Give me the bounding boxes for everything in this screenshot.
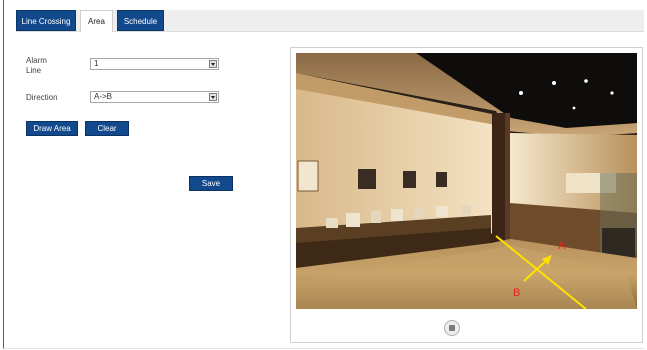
exhibit-item (391, 209, 403, 221)
save-button[interactable]: Save (189, 176, 233, 191)
framed-picture (436, 172, 447, 187)
ceiling-light (552, 81, 556, 85)
tab-line-crossing[interactable]: Line Crossing (16, 10, 76, 31)
pillar-edge (505, 113, 510, 241)
stop-button[interactable] (444, 320, 460, 336)
camera-view[interactable]: A B (296, 53, 637, 309)
clear-button[interactable]: Clear (85, 121, 129, 136)
tab-schedule[interactable]: Schedule (117, 10, 164, 31)
ceiling-light (572, 106, 576, 110)
framed-picture (358, 169, 376, 189)
alarm-line-value: 1 (94, 59, 99, 68)
direction-label: Direction (26, 93, 58, 102)
exhibit-item (414, 208, 424, 218)
stop-icon (449, 325, 455, 331)
ceiling-light (610, 91, 614, 95)
chevron-down-icon[interactable] (209, 60, 217, 68)
framed-picture (403, 171, 416, 188)
tab-bar: Line Crossing Area Schedule (16, 10, 644, 32)
ceiling-light (519, 91, 523, 95)
ceiling-light (584, 79, 588, 83)
tab-area[interactable]: Area (80, 10, 113, 32)
direction-value: A->B (94, 92, 113, 101)
exhibit-item (371, 211, 381, 223)
chevron-down-icon[interactable] (209, 93, 217, 101)
line-label-a: A (558, 240, 566, 252)
framed-picture (297, 160, 319, 192)
direction-select[interactable]: A->B (90, 91, 219, 103)
draw-area-button[interactable]: Draw Area (26, 121, 78, 136)
exhibit-item (346, 213, 360, 227)
exhibit-item (461, 205, 471, 215)
exhibit-item (436, 206, 448, 217)
line-label-b: B (513, 287, 520, 299)
alarm-line-select[interactable]: 1 (90, 58, 219, 70)
alarm-line-label: Alarm Line (26, 56, 47, 75)
exhibit-item (326, 218, 338, 228)
video-preview-panel: A B (290, 47, 643, 343)
